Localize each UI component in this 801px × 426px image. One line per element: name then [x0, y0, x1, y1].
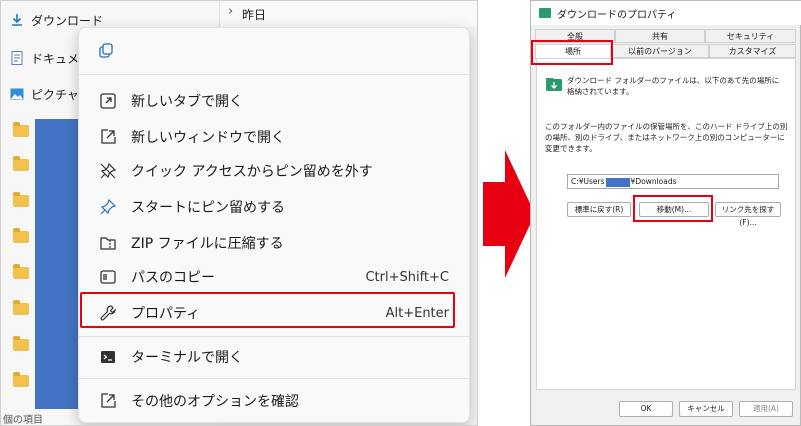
- ok-button[interactable]: OK: [619, 401, 673, 417]
- folder-icon[interactable]: [13, 228, 29, 243]
- pin-icon: [97, 196, 119, 218]
- menu-item-pin-start[interactable]: スタートにピン留めする: [91, 192, 457, 222]
- new-tab-icon: [97, 90, 119, 112]
- zip-icon: [97, 232, 119, 254]
- download-icon: [9, 12, 25, 28]
- menu-item-label: ZIP ファイルに圧縮する: [131, 236, 284, 252]
- tab-previous-versions[interactable]: 以前のバージョン: [611, 44, 709, 58]
- properties-highlight-box: [80, 292, 455, 328]
- context-menu: 新しいタブで開く 新しいウィンドウで開く クイック アクセスからピン留めを外す …: [78, 27, 470, 423]
- location-panel: ダウンロード フォルダーのファイルは、以下のあて先の場所に格納されています。 こ…: [536, 58, 796, 390]
- shortcut-label: Ctrl+Shift+C: [365, 269, 449, 285]
- apply-button[interactable]: 適用(A): [739, 401, 793, 417]
- group-label: 昨日: [242, 8, 267, 22]
- red-arrow-icon: [483, 150, 535, 282]
- cancel-button[interactable]: キャンセル: [679, 401, 733, 417]
- copy-path-icon: [97, 266, 119, 288]
- location-description: ダウンロード フォルダーのファイルは、以下のあて先の場所に格納されています。: [567, 76, 780, 96]
- find-target-button[interactable]: リンク先を探す(F)...: [715, 202, 781, 227]
- menu-item-label: 新しいウィンドウで開く: [131, 130, 285, 146]
- menu-item-more-options[interactable]: その他のオプションを確認: [91, 386, 457, 416]
- menu-item-open-terminal[interactable]: ターミナルで開く: [91, 342, 457, 372]
- nav-item-pictures[interactable]: ピクチャ: [9, 81, 79, 107]
- terminal-icon: [97, 346, 119, 368]
- menu-item-label: スタートにピン留めする: [131, 200, 285, 216]
- location-tab-highlight-box: [531, 40, 613, 65]
- move-button-highlight-box: [633, 195, 713, 222]
- copy-icon[interactable]: [97, 42, 115, 64]
- menu-item-new-window[interactable]: 新しいウィンドウで開く: [91, 122, 457, 152]
- chevron-right-icon: ›: [228, 4, 234, 19]
- tab-security[interactable]: セキュリティ: [705, 29, 796, 43]
- location-info: このフォルダー内のファイルの保管場所を、このハード ドライブ上の別の場所、別のド…: [545, 122, 788, 153]
- file-list-header: › 昨日: [219, 1, 477, 27]
- nav-item-label: ピクチャ: [31, 87, 79, 102]
- folder-icon[interactable]: [13, 372, 29, 387]
- unpin-icon: [97, 160, 119, 182]
- picture-icon: [9, 86, 25, 102]
- folder-icon[interactable]: [13, 300, 29, 315]
- menu-item-new-tab[interactable]: 新しいタブで開く: [91, 86, 457, 116]
- dialog-titlebar: ダウンロードのプロパティ: [531, 1, 801, 25]
- nav-item-label: ダウンロード: [31, 13, 104, 28]
- menu-item-label: 新しいタブで開く: [131, 94, 243, 110]
- document-icon: [9, 50, 25, 66]
- menu-item-label: パスのコピー: [131, 270, 215, 286]
- folder-icon[interactable]: [13, 192, 29, 207]
- menu-item-compress-zip[interactable]: ZIP ファイルに圧縮する: [91, 228, 457, 258]
- menu-item-unpin-quick-access[interactable]: クイック アクセスからピン留めを外す: [91, 156, 457, 186]
- menu-item-label: その他のオプションを確認: [131, 394, 299, 410]
- menu-separator: [79, 378, 469, 379]
- status-bar-text: 個の項目: [3, 415, 43, 426]
- new-window-icon: [97, 126, 119, 148]
- restore-default-button[interactable]: 標準に戻す(R): [567, 202, 631, 217]
- folder-icon[interactable]: [13, 156, 29, 171]
- dialog-title: ダウンロードのプロパティ: [557, 9, 677, 21]
- download-folder-icon: [545, 75, 563, 97]
- menu-item-label: クイック アクセスからピン留めを外す: [131, 164, 373, 180]
- more-options-icon: [97, 390, 119, 412]
- menu-separator: [79, 74, 469, 75]
- redacted-username: [605, 177, 630, 187]
- tab-sharing[interactable]: 共有: [615, 29, 705, 43]
- folder-icon[interactable]: [13, 122, 29, 137]
- explorer-window: ダウンロード ドキュメン ピクチャ › 昨日 個の項目 新しいタブで開く 新しい…: [0, 0, 478, 426]
- location-path-input[interactable]: C:¥Users ¥Downloads: [567, 174, 779, 189]
- tab-customize[interactable]: カスタマイズ: [709, 44, 796, 58]
- menu-item-copy-path[interactable]: パスのコピー Ctrl+Shift+C: [91, 262, 457, 292]
- folder-icon[interactable]: [13, 336, 29, 351]
- menu-item-label: ターミナルで開く: [131, 350, 243, 366]
- path-prefix: C:¥Users: [571, 177, 605, 186]
- folder-icon[interactable]: [13, 264, 29, 279]
- path-suffix: ¥Downloads: [630, 177, 677, 186]
- folder-icon: [539, 8, 551, 18]
- menu-separator: [79, 336, 469, 337]
- dialog-footer: OK キャンセル 適用(A): [531, 393, 800, 425]
